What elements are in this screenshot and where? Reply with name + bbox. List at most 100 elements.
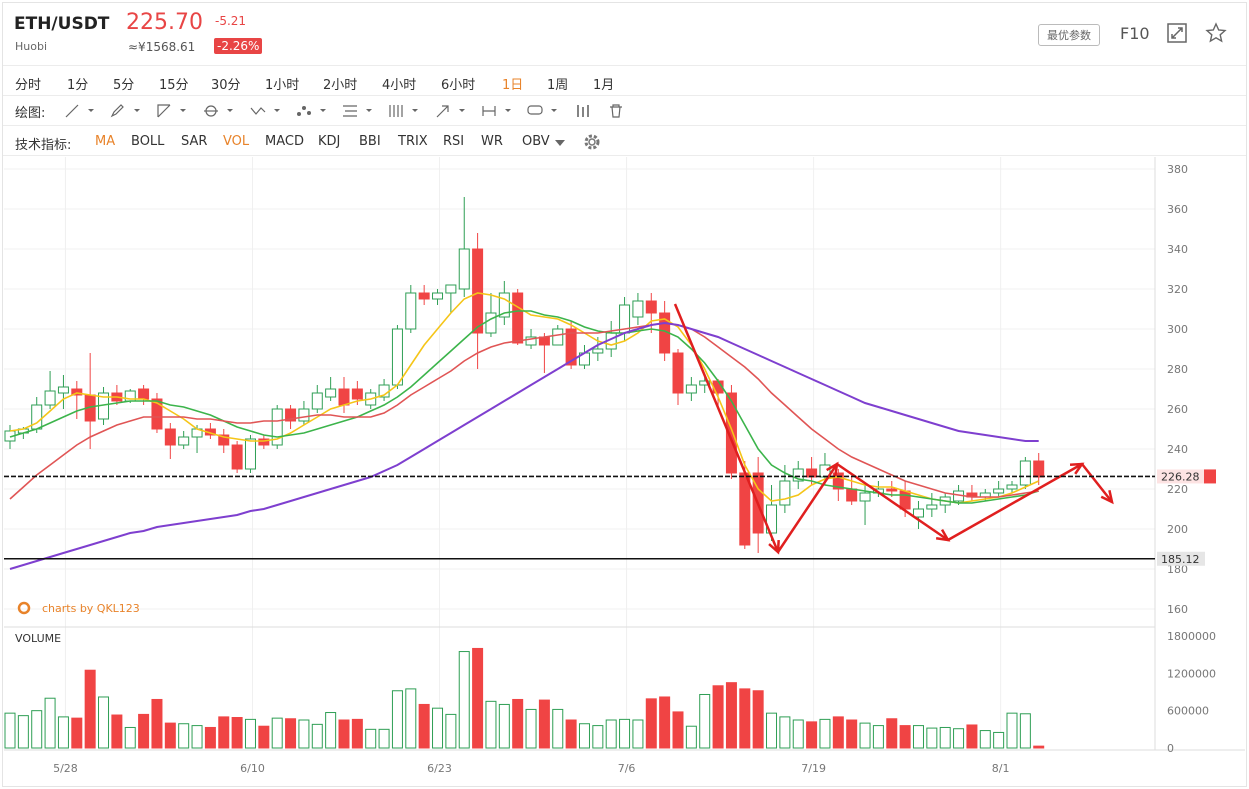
candle-body — [445, 284, 457, 294]
volume-bar — [151, 698, 163, 749]
candle-body — [391, 328, 403, 386]
candle-body — [418, 292, 430, 300]
volume-bar — [953, 728, 965, 749]
volume-bar — [819, 718, 831, 749]
y-tick-label: 300 — [1167, 323, 1188, 336]
volume-tick-label: 1800000 — [1167, 630, 1216, 643]
candle-body — [685, 384, 697, 394]
volume-bar — [298, 719, 310, 749]
volume-bar — [899, 725, 911, 749]
y-tick-label: 240 — [1167, 443, 1188, 456]
candle-body — [632, 300, 644, 318]
volume-bar — [244, 718, 256, 749]
kline-chart[interactable]: 1601802002202402602803003203403603805/28… — [0, 0, 1249, 789]
volume-bar — [164, 722, 176, 749]
volume-bar — [792, 719, 804, 749]
x-tick-label: 7/19 — [801, 762, 826, 775]
volume-bar — [752, 690, 764, 749]
volume-tick-label: 0 — [1167, 742, 1174, 755]
volume-bar — [979, 730, 991, 749]
volume-bar — [191, 725, 203, 749]
candle-body — [338, 388, 350, 406]
volume-bar — [285, 718, 297, 749]
volume-bar — [17, 715, 29, 749]
volume-bar — [418, 703, 430, 749]
volume-bar — [578, 723, 590, 749]
volume-bar — [204, 726, 216, 749]
volume-bar — [84, 669, 96, 749]
volume-bar — [512, 698, 524, 749]
volume-bar — [993, 731, 1005, 749]
candle-body — [325, 388, 337, 398]
volume-bar — [1019, 713, 1031, 749]
volume-bar — [485, 700, 497, 749]
volume-bar — [31, 710, 43, 749]
volume-bar — [766, 712, 778, 749]
x-tick-label: 5/28 — [53, 762, 78, 775]
candle-body — [645, 300, 657, 314]
volume-bar — [391, 690, 403, 749]
candle-body — [178, 436, 190, 446]
volume-bar — [365, 728, 377, 749]
x-tick-label: 6/23 — [427, 762, 452, 775]
volume-bar — [57, 716, 69, 749]
volume-bar — [552, 708, 564, 749]
volume-bar — [859, 722, 871, 749]
candle-body — [886, 488, 898, 492]
x-tick-label: 7/6 — [618, 762, 636, 775]
volume-bar — [405, 688, 417, 749]
volume-bar — [124, 726, 136, 749]
y-tick-label: 200 — [1167, 523, 1188, 536]
volume-bar — [432, 707, 444, 749]
candle-body — [458, 248, 470, 290]
volume-bar — [846, 719, 858, 749]
candle-body — [926, 504, 938, 510]
candle-body — [231, 444, 243, 470]
volume-bar — [725, 682, 737, 749]
volume-bar — [592, 725, 604, 749]
candle-body — [779, 480, 791, 506]
candle-body — [592, 348, 604, 354]
volume-bar — [258, 725, 270, 749]
volume-bar — [351, 718, 363, 749]
candle-body — [351, 388, 363, 400]
volume-bar — [659, 696, 671, 749]
candle-body — [138, 388, 150, 400]
volume-bar — [178, 723, 190, 749]
candle-body — [672, 352, 684, 394]
candle-body — [739, 472, 751, 546]
price-line-label: 226.28 — [1161, 470, 1200, 483]
volume-bar — [458, 651, 470, 749]
volume-bar — [218, 716, 230, 749]
candle-body — [485, 312, 497, 334]
volume-bar — [525, 708, 537, 749]
candle-body — [244, 438, 256, 470]
candle-body — [57, 386, 69, 394]
y-tick-label: 280 — [1167, 363, 1188, 376]
candle-body — [405, 292, 417, 330]
candle-body — [1033, 460, 1045, 478]
volume-bar — [806, 721, 818, 749]
volume-bar — [645, 698, 657, 749]
volume-bar — [4, 712, 16, 749]
watermark-text: charts by QKL123 — [42, 602, 140, 615]
volume-bar — [445, 713, 457, 749]
qkl-logo-icon — [17, 601, 31, 615]
candle-body — [846, 488, 858, 502]
volume-bar — [712, 685, 724, 749]
candle-body — [912, 508, 924, 518]
y-tick-label: 340 — [1167, 243, 1188, 256]
candle-body — [1006, 484, 1018, 490]
y-tick-label: 380 — [1167, 163, 1188, 176]
candle-body — [1019, 460, 1031, 486]
volume-bar — [538, 699, 550, 749]
y-tick-label: 360 — [1167, 203, 1188, 216]
candle-body — [44, 390, 56, 406]
volume-bar — [912, 725, 924, 749]
y-tick-label: 160 — [1167, 603, 1188, 616]
volume-bar — [338, 719, 350, 749]
price-line-label: 185.12 — [1161, 553, 1200, 566]
volume-bar — [966, 724, 978, 749]
volume-bar — [271, 717, 283, 749]
volume-bar — [685, 725, 697, 749]
